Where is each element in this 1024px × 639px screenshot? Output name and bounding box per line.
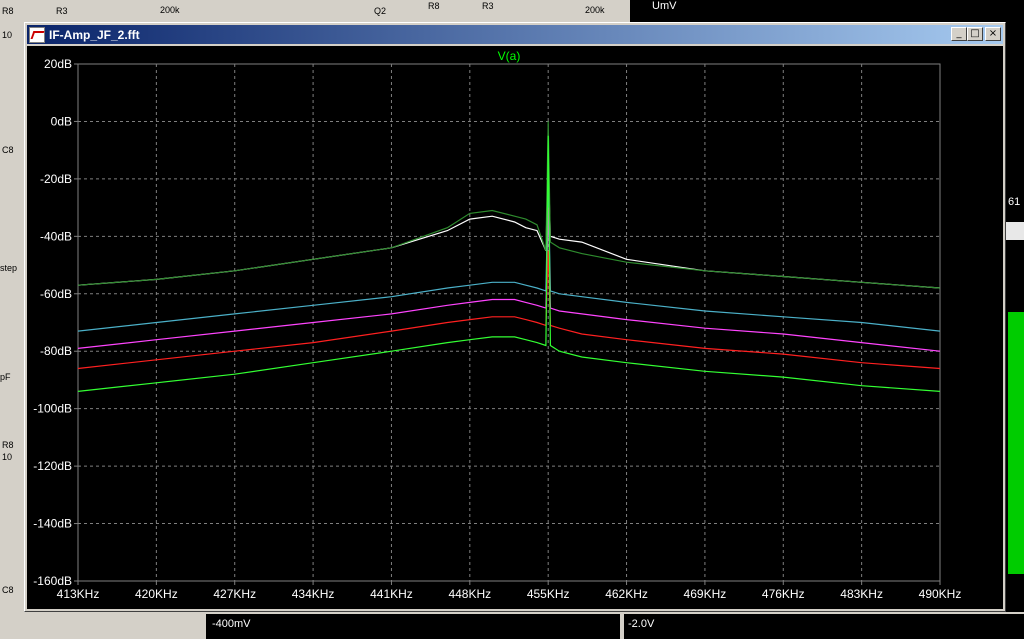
background-c8-label: C8 (2, 145, 14, 155)
series-line-0 (77, 164, 941, 289)
background-200k-label-2: 200k (585, 5, 605, 15)
background-200k-label-1: 200k (160, 5, 180, 15)
y-tick-label: 20dB (44, 57, 72, 71)
x-tick-label: 427KHz (213, 587, 256, 601)
background-minus400mv-label: -400mV (212, 618, 251, 630)
y-tick-label: -20dB (40, 172, 72, 186)
background-pf-label: pF (0, 372, 11, 382)
fft-window[interactable]: IF-Amp_JF_2.fft _ □ × 413KHz 420KHz 427KHz… (24, 22, 1006, 612)
x-tick-label: 462KHz (605, 587, 648, 601)
plot-area[interactable]: 413KHz 420KHz 427KHz 434KHz 441KHz 448KHz 455K… (27, 46, 1003, 609)
x-tick-label: 434KHz (292, 587, 335, 601)
background-bottom-window-2: -2.0V (624, 614, 1024, 639)
background-10-label: 10 (2, 452, 13, 462)
y-tick-label: -60dB (40, 287, 72, 301)
plot-frame (77, 63, 941, 582)
window-title: IF-Amp_JF_2.fft (49, 27, 140, 42)
close-button[interactable]: × (985, 27, 1001, 41)
x-tick-label: 469KHz (684, 587, 727, 601)
background-10b-label: 10 (2, 30, 13, 40)
y-tick-label: -100dB (33, 402, 72, 416)
y-tick-label: 0dB (51, 114, 72, 128)
x-tick-label: 413KHz (57, 587, 100, 601)
y-tick-label: -80dB (40, 344, 72, 358)
background-r8-label-2: R8 (2, 440, 14, 450)
waveform-app-icon[interactable] (29, 26, 45, 43)
background-bottom-window-1: -400mV (206, 614, 620, 639)
x-tick-label: 441KHz (370, 587, 413, 601)
y-tick-label: -40dB (40, 229, 72, 243)
series-line-5 (77, 135, 941, 392)
x-tick-label: 483KHz (840, 587, 883, 601)
background-right-panel (1004, 222, 1024, 240)
background-waveform-window: UmV (630, 0, 1024, 24)
background-61-label: 61 (1008, 196, 1021, 208)
background-r3b-label: R3 (482, 1, 494, 11)
x-tick-label: 420KHz (135, 587, 178, 601)
background-right-green-bar (1008, 312, 1024, 574)
x-tick-label: 455KHz (527, 587, 570, 601)
background-r8b-label: R8 (428, 1, 440, 11)
y-tick-label: -160dB (33, 574, 72, 588)
series-line-3 (77, 207, 941, 352)
series-line-1 (77, 121, 941, 289)
background-r3-label: R3 (56, 6, 68, 16)
background-minus2v-label: -2.0V (628, 618, 655, 630)
x-tick-label: 490KHz (919, 587, 962, 601)
background-c8b-label: C8 (2, 585, 14, 595)
minimize-button[interactable]: _ (951, 27, 967, 41)
chart-title: V(a) (498, 49, 521, 63)
background-q2-label: Q2 (374, 6, 387, 16)
y-tick-label: -140dB (33, 517, 72, 531)
background-step-label: step (0, 263, 18, 273)
background-schematic-left (0, 0, 24, 639)
background-umv-label: UmV (652, 0, 677, 12)
background-r8-label: R8 (2, 6, 14, 16)
window-titlebar[interactable]: IF-Amp_JF_2.fft _ □ × (27, 25, 1003, 44)
x-tick-label: 476KHz (762, 587, 805, 601)
maximize-button[interactable]: □ (967, 27, 983, 41)
x-tick-label: 448KHz (448, 587, 491, 601)
fft-chart[interactable]: 413KHz 420KHz 427KHz 434KHz 441KHz 448KHz 455K… (27, 46, 1003, 609)
y-tick-label: -120dB (33, 459, 72, 473)
series-line-2 (77, 178, 941, 332)
